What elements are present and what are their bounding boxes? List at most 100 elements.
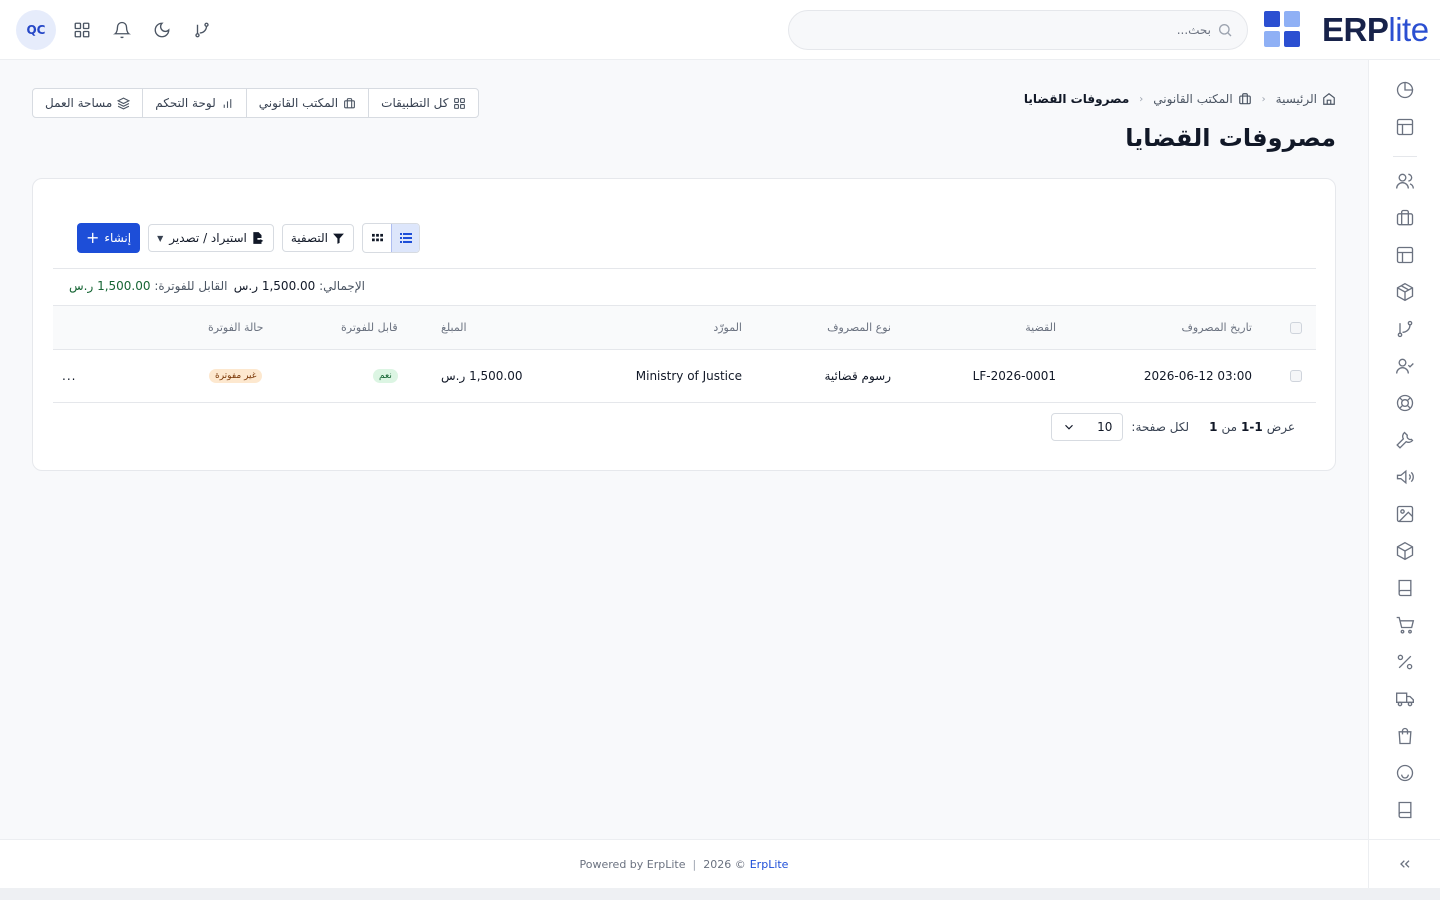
users-icon[interactable]: [1395, 171, 1415, 191]
user-check-icon[interactable]: [1395, 356, 1415, 376]
col-header-case[interactable]: القضية: [1025, 306, 1056, 349]
brand-logo[interactable]: ERPlite: [1264, 11, 1429, 47]
per-page-label: لكل صفحة:: [1131, 420, 1190, 434]
col-header-type[interactable]: نوع المصروف: [827, 306, 891, 349]
logo-mark: [1264, 11, 1300, 47]
table-header: تاريخ المصروف القضية نوع المصروف المورّد…: [53, 306, 1316, 350]
layers-icon: [117, 96, 131, 110]
cart-icon[interactable]: [1395, 615, 1415, 635]
breadcrumb-section[interactable]: المكتب القانوني: [1153, 92, 1251, 106]
breadcrumb-separator: ‹: [1139, 93, 1144, 105]
git-branch-icon[interactable]: [182, 10, 222, 50]
bottom-strip: [0, 888, 1440, 900]
toolbar: + إنشاء ▼ استيراد / تصدير التصفية: [77, 223, 421, 253]
home-icon: [1323, 93, 1335, 105]
footer: Powered by ErpLite | 2026 © ErpLite: [0, 839, 1368, 888]
billable-value: 1,500.00 ر.س: [69, 279, 151, 293]
lifebuoy-icon[interactable]: [1395, 393, 1415, 413]
page-title: مصروفات القضايا: [1125, 124, 1336, 152]
per-page-value: 10: [1097, 420, 1113, 434]
footer-brand-link[interactable]: ErpLite: [750, 858, 789, 871]
dashboard-button[interactable]: لوحة التحكم: [142, 89, 246, 117]
right-sidebar: [1368, 60, 1440, 888]
wrench-icon[interactable]: [1395, 430, 1415, 450]
col-header-vendor[interactable]: المورّد: [713, 306, 742, 349]
box-icon[interactable]: [1395, 541, 1415, 561]
view-toggle: [362, 223, 421, 253]
shopping-bag-icon[interactable]: [1395, 726, 1415, 746]
grid-view-icon[interactable]: [363, 224, 391, 252]
caret-down-icon: ▼: [157, 233, 164, 243]
search-input[interactable]: بحث...: [788, 10, 1248, 50]
list-view-icon[interactable]: [391, 224, 420, 252]
select-all-checkbox[interactable]: [1290, 306, 1302, 349]
smile-icon[interactable]: [1395, 763, 1415, 783]
legal-office-button[interactable]: المكتب القانوني: [245, 89, 368, 117]
amount-value: 1,500.00 ر.س: [441, 369, 523, 383]
billable-badge: نعم: [373, 350, 398, 402]
row-checkbox[interactable]: [1290, 350, 1302, 402]
user-avatar[interactable]: QC: [16, 10, 56, 50]
breadcrumb-current: مصروفات القضايا: [1023, 92, 1130, 106]
workspace-button[interactable]: مساحة العمل: [33, 89, 142, 117]
bar-chart-icon: [223, 98, 232, 108]
expenses-card: + إنشاء ▼ استيراد / تصدير التصفية الإجما…: [32, 178, 1336, 471]
file-export-icon: [253, 232, 264, 244]
invoice-status-badge: غير مفوترة: [209, 350, 263, 402]
filter-icon: [333, 233, 344, 244]
apps-grid-icon: [454, 97, 466, 109]
row-actions-button[interactable]: ...: [62, 350, 76, 402]
chart-pie-icon[interactable]: [1395, 80, 1415, 100]
col-header-amount[interactable]: المبلغ: [441, 306, 467, 349]
col-header-billable[interactable]: قابل للفوترة: [341, 306, 398, 349]
moon-icon[interactable]: [142, 10, 182, 50]
showing-label: عرض: [1266, 420, 1295, 434]
of-label: من: [1221, 420, 1238, 434]
breadcrumb: الرئيسية ‹ المكتب القانوني ‹ مصروفات الق…: [1024, 92, 1336, 106]
search-placeholder: بحث...: [1176, 23, 1211, 37]
breadcrumb-separator: ‹: [1261, 93, 1266, 105]
expense-date: 2026-06-12 03:00: [1143, 369, 1252, 383]
total-count: 1: [1209, 420, 1218, 434]
table-row[interactable]: 2026-06-12 03:00 LF-2026-0001 رسوم قضائي…: [53, 350, 1316, 403]
filter-button[interactable]: التصفية: [281, 224, 355, 252]
powered-by-text: Powered by ErpLite: [579, 857, 686, 871]
total-value: 1,500.00 ر.س: [233, 279, 316, 293]
package-icon[interactable]: [1395, 282, 1415, 302]
megaphone-icon[interactable]: [1395, 467, 1415, 487]
total-label: الإجمالي:: [319, 279, 365, 293]
book-icon[interactable]: [1395, 578, 1415, 598]
col-header-date[interactable]: تاريخ المصروف: [1182, 306, 1252, 349]
apps-grid-icon[interactable]: [62, 10, 102, 50]
bell-icon[interactable]: [102, 10, 142, 50]
layout-icon[interactable]: [1395, 117, 1415, 137]
truck-icon[interactable]: [1395, 689, 1415, 709]
layout-icon[interactable]: [1395, 245, 1415, 265]
expense-type: رسوم قضائية: [824, 369, 892, 383]
chevrons-left-icon[interactable]: [1368, 839, 1440, 888]
percent-icon[interactable]: [1395, 652, 1415, 672]
breadcrumb-home[interactable]: الرئيسية: [1276, 92, 1336, 106]
showing-range: 1-1: [1241, 420, 1263, 434]
top-header: QC بحث... ERPlite: [0, 0, 1440, 60]
brand-name: ERPlite: [1322, 10, 1429, 48]
all-apps-button[interactable]: كل التطبيقات: [368, 89, 478, 117]
book-icon[interactable]: [1395, 800, 1415, 820]
git-branch-icon[interactable]: [1395, 319, 1415, 339]
footer-separator: |: [692, 857, 697, 871]
create-button[interactable]: + إنشاء: [77, 223, 141, 253]
quick-nav: كل التطبيقات المكتب القانوني لوحة التحكم…: [32, 88, 480, 118]
briefcase-icon: [1238, 93, 1251, 105]
sidebar-divider: [1393, 156, 1417, 157]
per-page-select[interactable]: 10: [1051, 413, 1124, 441]
col-header-invoice-status[interactable]: حالة الفوترة: [208, 306, 263, 349]
briefcase-icon[interactable]: [1395, 208, 1415, 228]
briefcase-icon: [344, 97, 356, 108]
toolbar-divider: [53, 268, 1316, 269]
chevron-down-icon: [1065, 424, 1074, 430]
import-export-button[interactable]: ▼ استيراد / تصدير: [148, 224, 274, 252]
vendor-name: Ministry of Justice: [635, 369, 742, 383]
header-actions: QC: [16, 10, 222, 50]
case-link[interactable]: LF-2026-0001: [973, 350, 1056, 402]
image-icon[interactable]: [1395, 504, 1415, 524]
